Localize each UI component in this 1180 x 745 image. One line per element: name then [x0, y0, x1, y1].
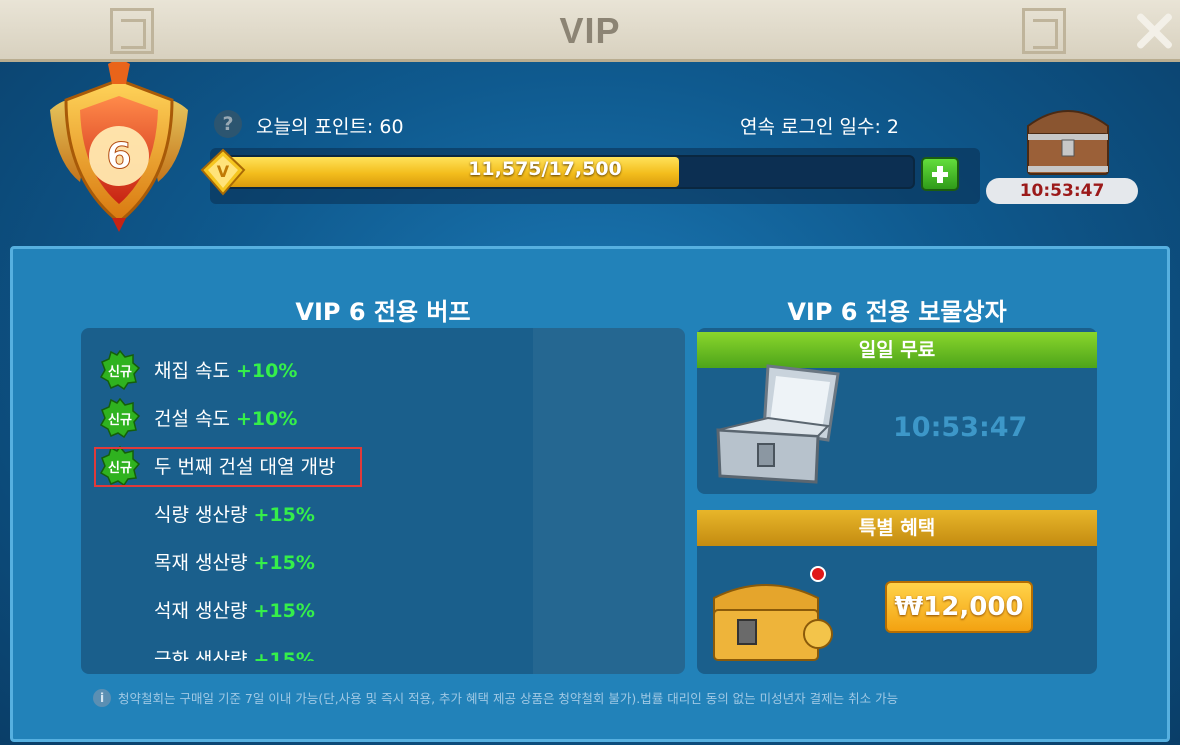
buff-name: 채집 속도: [154, 360, 230, 382]
buff-name: 식량 생산량: [154, 504, 248, 526]
list-stripe: [533, 328, 685, 674]
highlight-box: [94, 447, 362, 487]
buff-name: 금화 생산량: [154, 649, 248, 661]
title-bar: VIP: [0, 0, 1180, 62]
buff-row: 금화 생산량 +15%: [154, 645, 315, 661]
buff-section-title: VIP 6 전용 버프: [295, 298, 471, 326]
info-icon: i: [93, 689, 111, 707]
special-offer-ribbon: 특별 혜택: [697, 510, 1097, 546]
buff-row: 석재 생산량 +15%: [154, 596, 315, 626]
daily-chest-timer: 10:53:47: [893, 412, 1028, 443]
gold-chest-icon[interactable]: [706, 568, 836, 666]
purchase-price-button[interactable]: ₩12,000: [885, 581, 1033, 633]
chest-timer: 10:53:47: [986, 178, 1138, 204]
add-vip-points-button[interactable]: [921, 157, 959, 191]
buff-name: 건설 속도: [154, 408, 230, 430]
buff-value: +10%: [236, 408, 298, 430]
buff-row: 목재 생산량 +15%: [154, 548, 315, 578]
vip-screen: VIP 6 ? 오늘의 포인트: 60 연속 로그인 일수: 2 11,575/…: [0, 0, 1180, 745]
notification-dot: [810, 566, 826, 582]
today-points: 오늘의 포인트: 60: [256, 116, 404, 138]
new-badge-label: 신규: [108, 365, 132, 380]
vip-level-shield-icon: 6: [50, 62, 188, 232]
vip-gem-icon: V: [200, 148, 246, 196]
svg-text:V: V: [217, 162, 230, 181]
vip-level-number: 6: [106, 136, 131, 177]
buff-value: +15%: [253, 552, 315, 574]
help-icon[interactable]: ?: [214, 110, 242, 138]
vip-progress-text: 11,575/17,500: [468, 158, 622, 180]
silver-chest-icon[interactable]: [708, 356, 848, 488]
login-streak: 연속 로그인 일수: 2: [740, 116, 899, 138]
buff-name: 목재 생산량: [154, 552, 248, 574]
buff-value: +15%: [253, 504, 315, 526]
new-badge-label: 신규: [108, 413, 132, 428]
buff-row: 건설 속도 +10%: [154, 404, 297, 434]
buff-row: 식량 생산량 +15%: [154, 500, 315, 530]
close-icon[interactable]: [1134, 10, 1174, 50]
page-title: VIP: [559, 10, 621, 51]
new-badge: 신규: [99, 397, 141, 439]
buff-value: +15%: [253, 600, 315, 622]
new-badge: 신규: [99, 349, 141, 391]
buff-row: 채집 속도 +10%: [154, 356, 297, 386]
refund-notice: 청약철회는 구매일 기준 7일 이내 가능(단,사용 및 즉시 적용, 추가 혜…: [118, 691, 899, 706]
buff-value: +15%: [253, 649, 315, 661]
chest-section-title: VIP 6 전용 보물상자: [787, 298, 1007, 326]
buff-value: +10%: [236, 360, 298, 382]
buff-name: 석재 생산량: [154, 600, 248, 622]
vip-chest-icon[interactable]: [1018, 96, 1118, 178]
